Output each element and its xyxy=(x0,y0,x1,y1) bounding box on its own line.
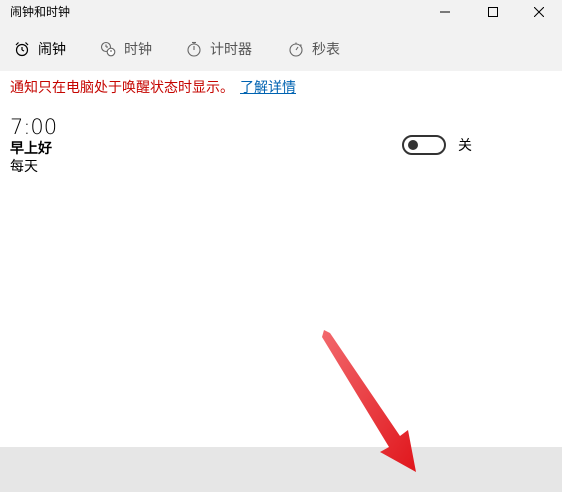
tab-stopwatch-label: 秒表 xyxy=(312,41,340,58)
alarm-repeat: 每天 xyxy=(10,159,38,175)
stopwatch-icon xyxy=(288,41,304,57)
alarm-toggle-switch[interactable] xyxy=(402,135,446,155)
tab-timer-label: 计时器 xyxy=(210,41,252,58)
window-title: 闹钟和时钟 xyxy=(10,5,71,19)
alarm-list-item[interactable]: 7:00 早上好 每天 xyxy=(10,114,310,184)
timer-icon xyxy=(186,41,202,57)
minimize-icon xyxy=(440,11,450,13)
minimize-button[interactable] xyxy=(422,0,468,24)
toggle-knob xyxy=(408,140,418,150)
tab-clock-label: 时钟 xyxy=(124,41,152,58)
annotation-arrow xyxy=(322,330,416,472)
title-bar[interactable]: 闹钟和时钟 xyxy=(0,0,562,26)
notice-text: 通知只在电脑处于唤醒状态时显示。 xyxy=(10,80,234,96)
learn-more-link[interactable]: 了解详情 xyxy=(240,80,296,96)
alarm-time: 7:00 xyxy=(10,115,58,139)
tab-bar: 闹钟 时钟 计时器 秒表 xyxy=(0,26,562,71)
alarms-clock-window: 闹钟和时钟 闹钟 时钟 计时器 秒表 通知只在电脑处于唤醒状态时显示。 了解详情… xyxy=(0,0,562,492)
alarm-clock-icon xyxy=(14,41,30,57)
tab-timer[interactable]: 计时器 xyxy=(186,26,252,71)
close-button[interactable] xyxy=(516,0,562,24)
tab-alarm-label: 闹钟 xyxy=(38,41,66,58)
world-clock-icon xyxy=(100,41,116,57)
tab-alarm[interactable]: 闹钟 xyxy=(14,26,66,71)
tab-clock[interactable]: 时钟 xyxy=(100,26,152,71)
command-bar xyxy=(0,447,562,492)
tab-stopwatch[interactable]: 秒表 xyxy=(288,26,340,71)
close-icon xyxy=(534,7,544,17)
maximize-icon xyxy=(488,7,498,17)
toggle-state-label: 关 xyxy=(458,138,472,154)
maximize-button[interactable] xyxy=(470,0,516,24)
alarm-name: 早上好 xyxy=(10,141,52,157)
alarm-toggle-group: 关 xyxy=(402,135,472,155)
notification-notice: 通知只在电脑处于唤醒状态时显示。 了解详情 xyxy=(10,79,296,97)
